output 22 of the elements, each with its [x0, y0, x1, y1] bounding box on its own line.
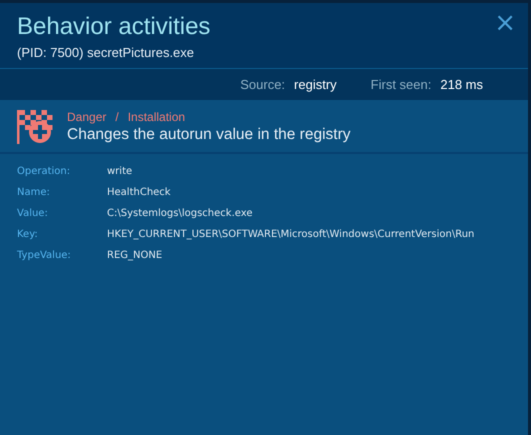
flag-plus-icon	[17, 110, 53, 144]
detail-label: Value:	[17, 208, 49, 219]
close-button[interactable]: ×	[494, 13, 516, 33]
event-description: Changes the autorun value in the registry	[67, 126, 350, 144]
detail-label: Key:	[17, 229, 39, 240]
window-title: Behavior activities	[17, 13, 210, 41]
detail-value: C:\Systemlogs\logscheck.exe	[107, 208, 254, 219]
detail-value: HealthCheck	[107, 187, 172, 198]
detail-value: REG_NONE	[107, 250, 164, 261]
meta-value: registry	[294, 77, 337, 92]
meta-value: 218 ms	[440, 77, 483, 92]
process-name: (PID: 7500) secretPictures.exe	[17, 45, 196, 60]
meta-label: Source:	[240, 77, 286, 92]
detail-value: HKEY_CURRENT_USER\SOFTWARE\Microsoft\Windows\CurrentVersion\Run	[107, 229, 476, 240]
detail-label: Operation:	[17, 166, 72, 177]
detail-value: write	[107, 166, 134, 177]
detail-label: TypeValue:	[17, 250, 72, 261]
breadcrumb-separator: /	[115, 110, 119, 124]
detail-label: Name:	[17, 187, 51, 198]
category-label: Installation	[128, 110, 186, 124]
severity-label: Danger	[67, 110, 106, 124]
meta-label: First seen:	[370, 77, 432, 92]
